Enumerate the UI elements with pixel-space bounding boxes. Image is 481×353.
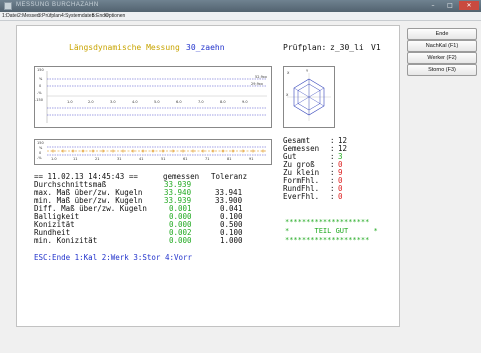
y-tick-label: %: [39, 77, 43, 81]
lower-limit-label: 29,9xx: [251, 82, 263, 86]
x-tick-label: 41: [139, 157, 144, 161]
deviation-chart: 150 % 0 -% -150 52,9xx 29,9xx 1.0 2.0 3.…: [34, 66, 272, 128]
y-tick-label: -150: [35, 98, 43, 102]
x-tick-label: 31: [117, 157, 122, 161]
measure-row-tolerance: 1.000: [220, 236, 243, 245]
part-name: 30_zaehn: [186, 43, 225, 52]
x-tick-label: 1.0: [51, 157, 57, 161]
y-tick-label: 0: [39, 151, 42, 155]
y-tick-label: 150: [37, 141, 44, 145]
x-tick-label: 51: [161, 157, 166, 161]
menu-pruefplan[interactable]: 3:Prüfplan: [38, 13, 61, 19]
plan-name: z_30_li: [330, 43, 364, 52]
count-label-everfhl: EverFhl.: [283, 192, 320, 201]
roundness-polar-chart: X Y X: [283, 66, 335, 128]
polar-label: Y: [306, 69, 309, 73]
ende-button[interactable]: Ende: [407, 28, 477, 40]
x-tick-label: 4.0: [132, 100, 138, 104]
x-tick-label: 6.0: [176, 100, 182, 104]
result-stars-bottom: ********************: [285, 236, 370, 244]
x-tick-label: 7.0: [198, 100, 204, 104]
werker-button[interactable]: Werker (F2): [407, 52, 477, 64]
tooth-chart: 150 % 0 -% 1.0 11 21 31 41 51 61 71 81 9…: [34, 139, 272, 165]
menu-messen[interactable]: 2:Messen: [18, 13, 40, 19]
x-tick-label: 81: [227, 157, 232, 161]
key-hints: ESC:Ende 1:Kal 2:Werk 3:Stor 4:Vorr: [34, 253, 193, 262]
x-tick-label: 8.0: [220, 100, 226, 104]
y-tick-label: -%: [37, 91, 42, 95]
result-text: * TEIL GUT *: [285, 227, 378, 235]
count-value-everfhl: 0: [338, 192, 343, 201]
x-tick-label: 71: [205, 157, 210, 161]
app-icon: [4, 2, 12, 10]
count-colon: :: [330, 192, 335, 201]
plan-version: V1: [371, 43, 381, 52]
window-titlebar: MESSUNG BURCHAZAHN – □ ✕: [0, 0, 481, 12]
nachkal-button[interactable]: NachKal (F1): [407, 40, 477, 52]
x-tick-label: 21: [95, 157, 100, 161]
close-button[interactable]: ✕: [459, 1, 479, 10]
minimize-button[interactable]: –: [425, 1, 441, 10]
upper-limit-label: 52,9xx: [255, 75, 267, 79]
result-stars-top: ********************: [285, 218, 370, 226]
measure-row-measured: 0.000: [169, 236, 192, 245]
x-tick-label: 2.0: [88, 100, 94, 104]
polar-label: X: [286, 93, 289, 97]
x-tick-label: 9.0: [242, 100, 248, 104]
x-tick-label: 1.0: [67, 100, 73, 104]
plan-label: Prüfplan:: [283, 43, 327, 52]
x-tick-label: 91: [249, 157, 254, 161]
x-tick-label: 11: [73, 157, 78, 161]
x-tick-label: 5.0: [154, 100, 160, 104]
x-tick-label: 61: [183, 157, 188, 161]
y-tick-label: 150: [37, 68, 44, 72]
storno-button[interactable]: Storno (F3): [407, 64, 477, 76]
menu-optionen[interactable]: Optionen: [105, 13, 125, 19]
polar-label: X: [287, 71, 290, 75]
measurement-title: Längsdynamische Messung: [69, 43, 180, 52]
y-tick-label: -%: [37, 156, 42, 160]
window-title: MESSUNG BURCHAZAHN: [16, 2, 99, 8]
x-tick-label: 3.0: [110, 100, 116, 104]
tolerance-column-header: Toleranz: [211, 172, 248, 181]
menu-systemdaten[interactable]: 4:Systemdaten: [61, 13, 94, 19]
menu-datei[interactable]: 1:Datei: [2, 13, 18, 19]
maximize-button[interactable]: □: [442, 1, 458, 10]
measure-row-label: min. Konizität: [34, 236, 98, 245]
y-tick-label: %: [39, 146, 43, 150]
y-tick-label: 0: [39, 84, 42, 88]
menu-bar: 1:Datei 2:Messen 3:Prüfplan 4:Systemdate…: [0, 12, 481, 21]
